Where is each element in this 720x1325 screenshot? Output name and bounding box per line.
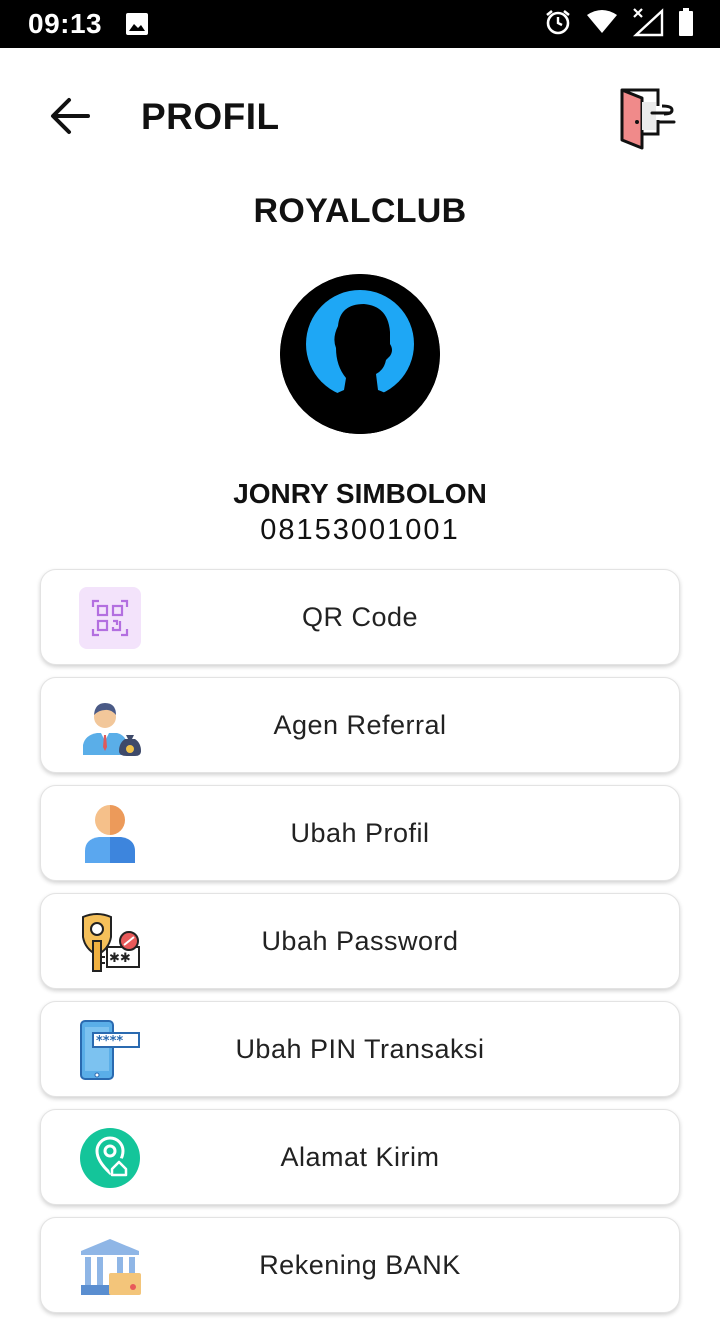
status-time: 09:13: [28, 8, 103, 39]
arrow-left-icon: [49, 96, 91, 141]
menu-item-qr-code[interactable]: QR Code: [40, 569, 680, 665]
door-exit-icon: [612, 88, 688, 156]
alarm-icon: [544, 8, 572, 41]
menu-item-label: Alamat Kirim: [280, 1142, 440, 1172]
signal-off-icon: [632, 7, 664, 42]
logout-button[interactable]: [612, 84, 688, 152]
avatar[interactable]: [280, 274, 440, 434]
menu-item-ubah-profil[interactable]: Ubah Profil: [40, 785, 680, 881]
battery-icon: [678, 7, 694, 41]
menu-item-rekening-bank[interactable]: Rekening BANK: [40, 1217, 680, 1313]
menu-item-alamat-kirim[interactable]: Alamat Kirim: [40, 1109, 680, 1205]
menu-item-agen-referral[interactable]: Agen Referral: [40, 677, 680, 773]
menu-item-label: Agen Referral: [273, 710, 447, 740]
gallery-icon: [125, 12, 149, 41]
menu-item-ubah-password[interactable]: ✱✱ Ubah Password: [40, 893, 680, 989]
brand-name: ROYALCLUB: [253, 192, 467, 230]
menu-item-label: Ubah Profil: [290, 818, 430, 848]
user-name: JONRY SIMBOLON: [233, 478, 487, 509]
status-bar: 09:13: [0, 0, 720, 48]
page-title: PROFIL: [141, 96, 280, 137]
app-bar: PROFIL: [0, 48, 720, 188]
menu-item-label: Rekening BANK: [259, 1250, 461, 1280]
user-phone: 08153001001: [260, 514, 460, 546]
menu-item-label: Ubah Password: [261, 926, 459, 956]
menu-item-label: QR Code: [301, 602, 419, 632]
menu-item-label: Ubah PIN Transaksi: [235, 1034, 485, 1064]
menu-item-ubah-pin[interactable]: **** Ubah PIN Transaksi: [40, 1001, 680, 1097]
wifi-icon: [586, 9, 618, 40]
back-button[interactable]: [44, 92, 96, 144]
profile-menu: QR Code Agen Referral Ubah Profil ✱✱ Uba…: [40, 569, 680, 1325]
